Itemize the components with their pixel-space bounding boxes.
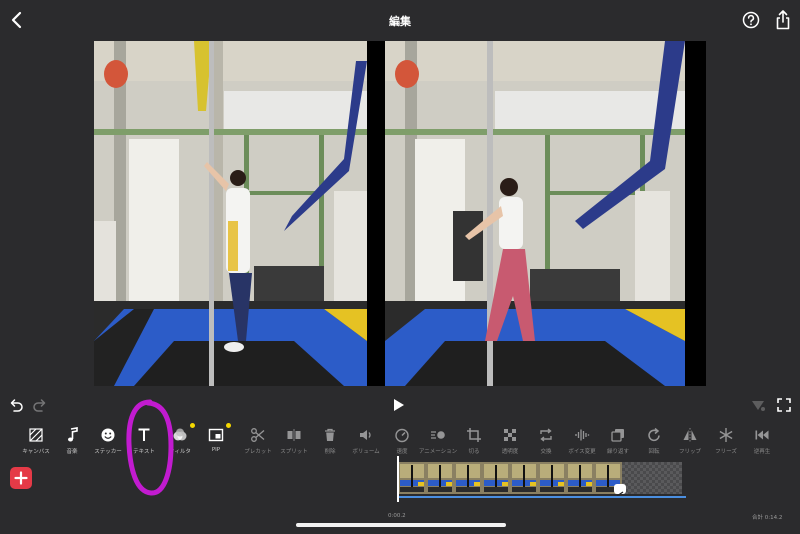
- fullscreen-icon[interactable]: [776, 397, 792, 413]
- page-title: 編集: [389, 15, 411, 28]
- top-bar: 編集: [0, 0, 800, 40]
- empty-track-area: [622, 462, 682, 494]
- replace-icon: [540, 428, 552, 442]
- preview-clip-left: [94, 41, 367, 386]
- clip-end-handle[interactable]: [614, 484, 626, 497]
- help-icon[interactable]: [742, 11, 760, 29]
- split-icon: [287, 429, 301, 441]
- total-duration: 合計 0:14.2: [752, 515, 783, 521]
- play-icon[interactable]: [390, 397, 406, 413]
- redo-icon[interactable]: [32, 397, 48, 413]
- undo-icon[interactable]: [8, 397, 24, 413]
- keyframe-icon[interactable]: [750, 397, 766, 413]
- current-time: 0:00.2: [388, 513, 406, 519]
- playhead[interactable]: [397, 456, 399, 502]
- speed-icon: [395, 428, 409, 443]
- home-indicator: [296, 523, 506, 527]
- flip-icon: [683, 428, 697, 442]
- video-clip-strip[interactable]: [398, 462, 622, 494]
- trash-icon: [325, 428, 335, 441]
- snowflake-icon: [719, 428, 733, 442]
- preview-clip-right: [385, 41, 685, 386]
- edit-toolbar: キャンバス 音楽 ステッカー テキスト フィルタ PIP プレカット スプリット…: [0, 423, 800, 458]
- voice-wave-icon: [575, 429, 590, 441]
- video-preview[interactable]: [94, 41, 706, 386]
- opacity-icon: [504, 429, 516, 441]
- new-badge-dot: [226, 423, 231, 428]
- playback-controls: [0, 392, 800, 418]
- tool-pip[interactable]: PIP: [194, 423, 238, 458]
- music-note-icon: [68, 427, 78, 442]
- scissors-icon: [251, 428, 265, 442]
- pip-icon: [208, 428, 224, 442]
- audio-track-line: [398, 496, 686, 498]
- add-media-button[interactable]: [10, 467, 32, 489]
- crop-icon: [467, 428, 481, 442]
- canvas-icon: [29, 428, 43, 442]
- share-icon[interactable]: [774, 9, 792, 31]
- tool-reverse[interactable]: 逆再生: [740, 424, 784, 458]
- animation-icon: [431, 431, 445, 439]
- highlight-annotation: [126, 399, 174, 496]
- rotate-icon: [648, 427, 660, 442]
- smiley-icon: [101, 428, 115, 442]
- plus-icon: [14, 471, 28, 485]
- timeline-track[interactable]: [396, 456, 688, 502]
- reverse-icon: [755, 430, 769, 440]
- volume-icon: [360, 430, 371, 440]
- duplicate-icon: [611, 429, 624, 442]
